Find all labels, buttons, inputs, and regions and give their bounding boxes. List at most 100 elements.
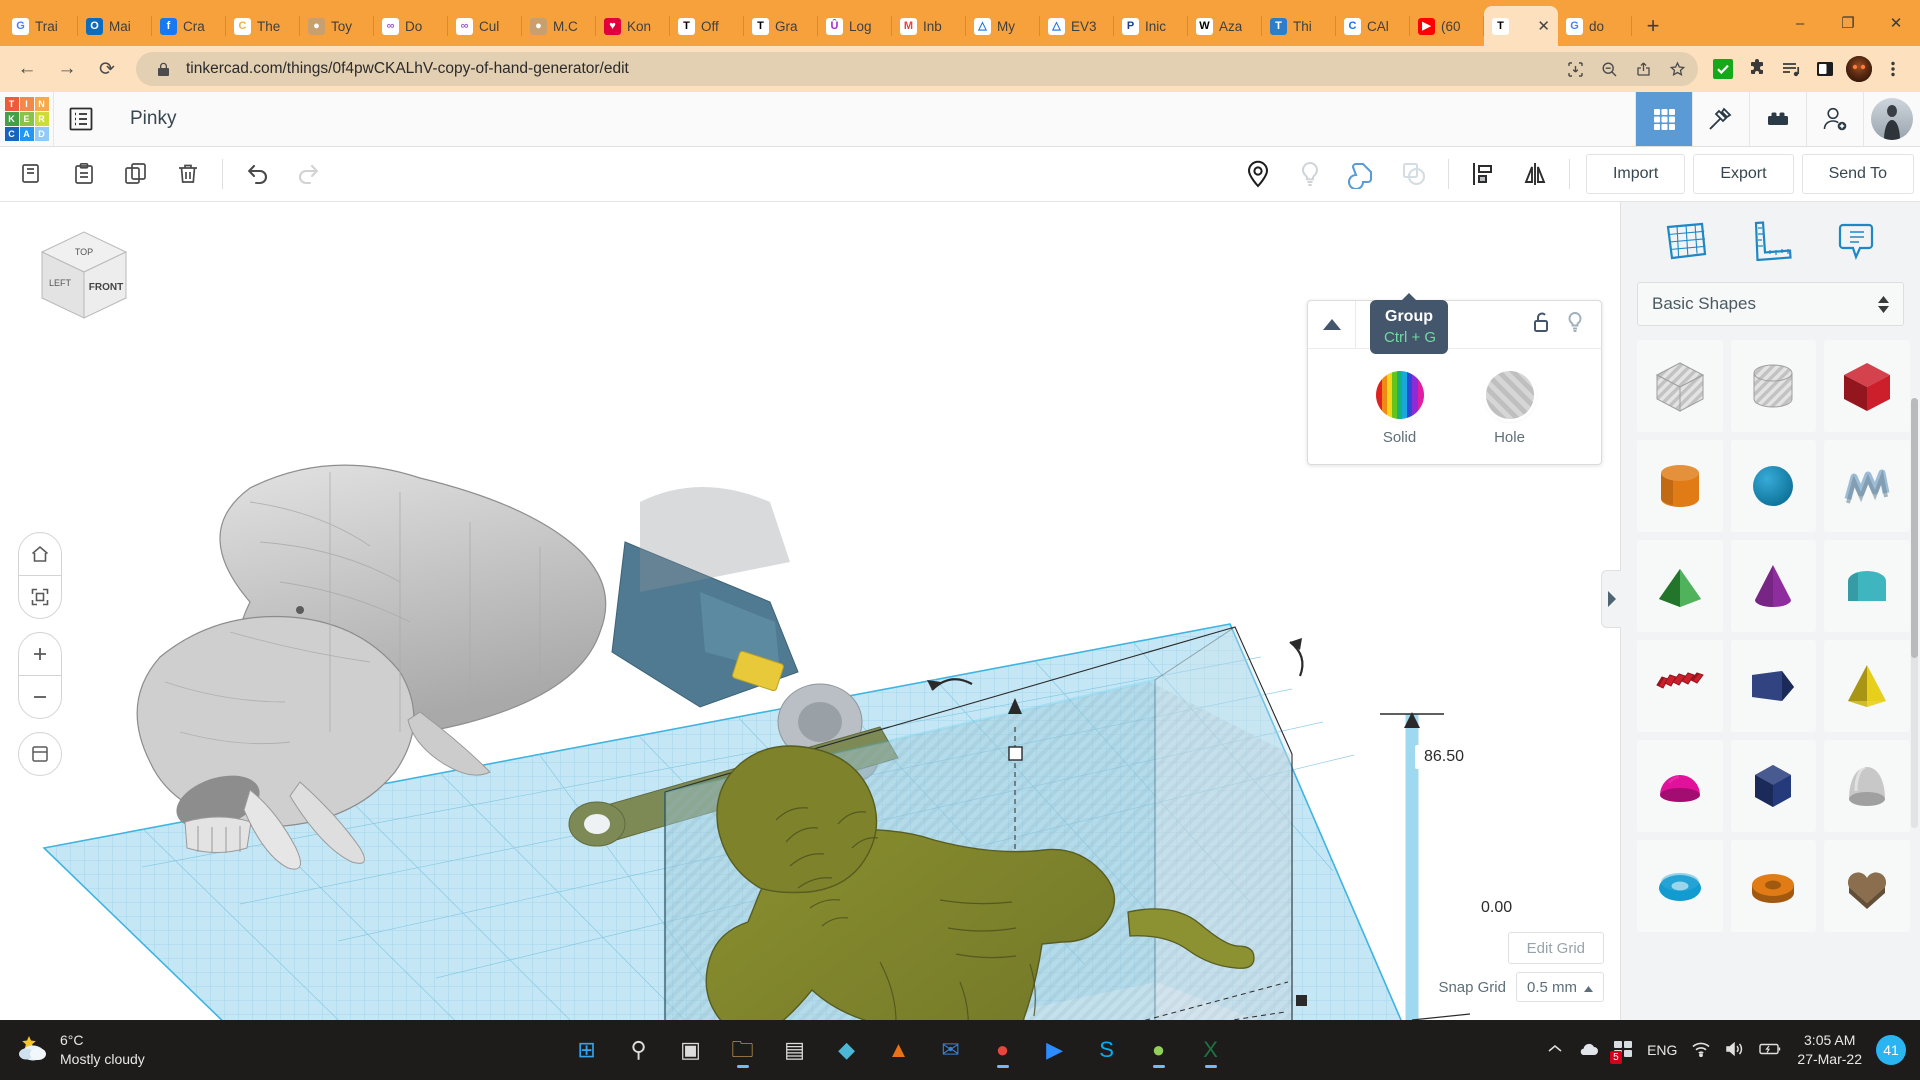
vlc-icon[interactable]: ▲ (879, 1030, 919, 1070)
shape-item-cylinder-orange[interactable] (1637, 440, 1723, 532)
browser-tab[interactable]: TOff (670, 6, 744, 46)
chevron-up-icon[interactable] (1547, 1042, 1563, 1058)
shape-item-scribble-blue[interactable] (1824, 440, 1910, 532)
skype-icon[interactable]: S (1087, 1030, 1127, 1070)
tinkercad-logo[interactable]: TINKERCAD (0, 92, 53, 146)
zoom-out-icon[interactable] (18, 675, 62, 719)
note-comment-icon[interactable] (1833, 219, 1879, 266)
light-bulb-icon[interactable] (1284, 152, 1336, 196)
weather-widget[interactable]: 6°C Mostly cloudy (0, 1031, 250, 1069)
unlocked-padlock-icon[interactable] (1531, 311, 1551, 338)
task-view-icon[interactable]: ▣ (671, 1030, 711, 1070)
browser-tab[interactable]: TThi (1262, 6, 1336, 46)
bookmark-star-icon[interactable] (1666, 58, 1688, 80)
send-to-button[interactable]: Send To (1802, 154, 1914, 194)
hole-option[interactable]: Hole (1486, 371, 1534, 446)
forward-button[interactable]: → (48, 50, 86, 88)
wifi-icon[interactable] (1691, 1041, 1711, 1060)
browser-tab[interactable]: ∞Do (374, 6, 448, 46)
browser-tab[interactable]: ▶(60 (1410, 6, 1484, 46)
shape-item-roof-green[interactable] (1637, 540, 1723, 632)
shape-item-heart-brown[interactable] (1824, 840, 1910, 932)
shape-item-sphere-blue[interactable] (1731, 440, 1817, 532)
project-list-icon[interactable] (53, 92, 108, 146)
undo-icon[interactable] (231, 152, 283, 196)
shape-item-pyramid-yellow[interactable] (1824, 640, 1910, 732)
solid-option[interactable]: Solid (1376, 371, 1424, 446)
shape-item-wedge-navy[interactable] (1731, 640, 1817, 732)
ungroup-shape-icon[interactable] (1388, 152, 1440, 196)
browser-tab[interactable]: △My (966, 6, 1040, 46)
browser-tab[interactable]: TGra (744, 6, 818, 46)
browser-tab[interactable]: CThe (226, 6, 300, 46)
windows-update-icon[interactable]: 5 (1613, 1040, 1633, 1061)
shape-item-tube-orange[interactable] (1731, 840, 1817, 932)
zoom-icon[interactable]: ▶ (1035, 1030, 1075, 1070)
browser-tab[interactable]: Gdo (1558, 6, 1632, 46)
battery-charging-icon[interactable] (1759, 1042, 1783, 1059)
reading-list-icon[interactable] (1776, 54, 1806, 84)
shape-category-select[interactable]: Basic Shapes (1637, 282, 1904, 326)
address-bar[interactable]: tinkercad.com/things/0f4pwCKALhV-copy-of… (136, 52, 1698, 86)
browser-tab[interactable]: △EV3 (1040, 6, 1114, 46)
close-tab-button[interactable]: ✕ (1537, 17, 1550, 35)
snap-grid-select[interactable]: 0.5 mm (1516, 972, 1604, 1002)
browser-tab[interactable]: T✕ (1484, 6, 1558, 46)
redo-icon[interactable] (283, 152, 335, 196)
notification-badge[interactable]: 41 (1876, 1035, 1906, 1065)
shape-item-dome-magenta[interactable] (1637, 740, 1723, 832)
group-shape-icon[interactable] (1336, 152, 1388, 196)
sidepanel-icon[interactable] (1810, 54, 1840, 84)
back-button[interactable]: ← (8, 50, 46, 88)
kebab-menu-icon[interactable] (1878, 54, 1908, 84)
shape-item-torus-blue[interactable] (1637, 840, 1723, 932)
invite-person-icon[interactable] (1806, 92, 1863, 146)
delete-trash-icon[interactable] (162, 152, 214, 196)
shape-item-cylinder-hole[interactable] (1731, 340, 1817, 432)
file-explorer-icon[interactable]: 🗀 (723, 1030, 763, 1070)
workplane-marker-icon[interactable] (1232, 152, 1284, 196)
chevron-up-icon[interactable] (1308, 301, 1356, 348)
browser-tab[interactable]: ●M.C (522, 6, 596, 46)
browser-tab[interactable]: fCra (152, 6, 226, 46)
page-title[interactable]: Pinky (108, 92, 176, 146)
zoom-out-icon[interactable] (1598, 58, 1620, 80)
view-cube[interactable]: TOP LEFT FRONT (22, 220, 137, 330)
reader-icon[interactable]: ◆ (827, 1030, 867, 1070)
fit-all-icon[interactable] (18, 575, 62, 619)
mail-icon[interactable]: ✉ (931, 1030, 971, 1070)
flat-view-icon[interactable] (18, 732, 62, 776)
shape-item-halfcylinder-teal[interactable] (1824, 540, 1910, 632)
align-icon[interactable] (1457, 152, 1509, 196)
sidebar-scrollbar[interactable] (1911, 398, 1918, 828)
shape-item-polygon-blue[interactable] (1731, 740, 1817, 832)
window-close-button[interactable]: ✕ (1872, 0, 1920, 46)
user-avatar-icon[interactable] (1863, 92, 1920, 146)
install-icon[interactable] (1564, 58, 1586, 80)
duplicate-icon[interactable] (110, 152, 162, 196)
browser-tab[interactable]: ÛLog (818, 6, 892, 46)
hole-swatch[interactable] (1486, 371, 1534, 419)
share-icon[interactable] (1632, 58, 1654, 80)
onedrive-cloud-icon[interactable] (1577, 1041, 1599, 1060)
microsoft-store-icon[interactable]: ▤ (775, 1030, 815, 1070)
window-maximize-button[interactable]: ❐ (1824, 0, 1872, 46)
blocks-brick-icon[interactable] (1749, 92, 1806, 146)
new-tab-button[interactable]: + (1636, 9, 1670, 43)
puzzle-extension-icon[interactable] (1742, 54, 1772, 84)
speaker-icon[interactable] (1725, 1041, 1745, 1060)
mirror-flip-icon[interactable] (1509, 152, 1561, 196)
shape-item-box-red[interactable] (1824, 340, 1910, 432)
shape-item-box-hole[interactable] (1637, 340, 1723, 432)
sidebar-collapse-button[interactable] (1601, 570, 1621, 628)
browser-tab[interactable]: WAza (1188, 6, 1262, 46)
chrome-beta-icon[interactable]: ● (1139, 1030, 1179, 1070)
paste-icon[interactable] (58, 152, 110, 196)
excel-icon[interactable]: X (1191, 1030, 1231, 1070)
start-windows-icon[interactable]: ⊞ (567, 1030, 607, 1070)
workplane-grid-icon[interactable] (1663, 219, 1709, 266)
codeblocks-hammer-icon[interactable] (1692, 92, 1749, 146)
copy-icon[interactable] (6, 152, 58, 196)
browser-tab[interactable]: ♥Kon (596, 6, 670, 46)
reload-button[interactable]: ⟳ (88, 50, 126, 88)
